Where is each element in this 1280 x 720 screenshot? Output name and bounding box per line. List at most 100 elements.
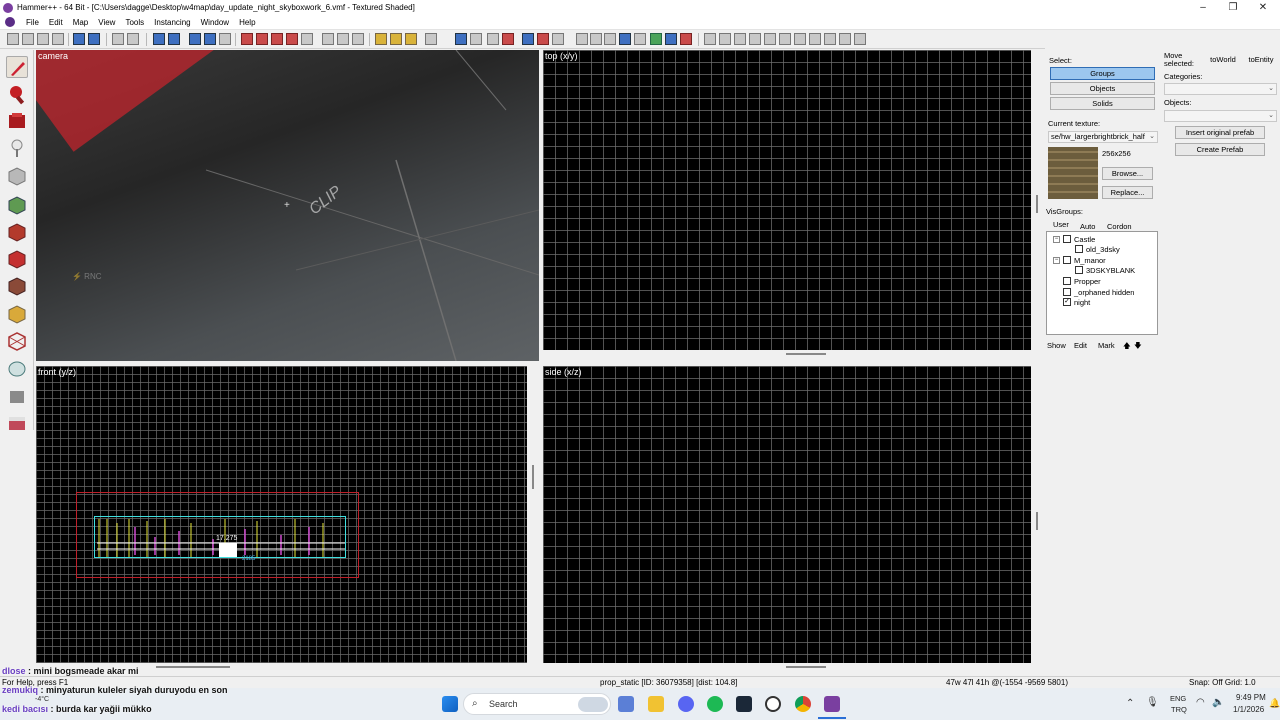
overlay-icon[interactable] <box>619 33 631 45</box>
overlay-tool-icon[interactable] <box>6 274 28 296</box>
flip-vertical-icon[interactable] <box>470 33 482 45</box>
cubemap-icon[interactable] <box>634 33 646 45</box>
grid-larger-icon[interactable] <box>37 33 49 45</box>
menu-instancing[interactable]: Instancing <box>149 18 195 27</box>
filter-icon[interactable] <box>552 33 564 45</box>
categories-select[interactable]: ⌄ <box>1164 83 1277 95</box>
move-to-world-icon[interactable] <box>204 33 216 45</box>
clipping-tool-icon[interactable] <box>6 302 28 324</box>
chrome-icon[interactable] <box>795 696 811 712</box>
grid-3d-icon[interactable] <box>52 33 64 45</box>
checkbox[interactable] <box>1063 288 1071 296</box>
hollow-icon[interactable] <box>88 33 100 45</box>
axis-icon[interactable] <box>839 33 851 45</box>
menu-file[interactable]: File <box>21 18 44 27</box>
insert-original-prefab-button[interactable]: Insert original prefab <box>1175 126 1265 139</box>
visgroup-item-night[interactable]: ✓ night <box>1063 297 1090 307</box>
menu-map[interactable]: Map <box>68 18 94 27</box>
menu-window[interactable]: Window <box>196 18 234 27</box>
settings-icon[interactable] <box>854 33 866 45</box>
visgroup-tab-auto[interactable]: Auto <box>1080 222 1095 231</box>
menu-edit[interactable]: Edit <box>44 18 68 27</box>
file-explorer-icon[interactable] <box>648 696 664 712</box>
bug-icon[interactable] <box>680 33 692 45</box>
objects-select[interactable]: ⌄ <box>1164 110 1277 122</box>
grid-toggle-icon[interactable] <box>7 33 19 45</box>
move-down-icon[interactable]: 🡇 <box>1134 340 1142 353</box>
document-menu-icon[interactable] <box>5 17 15 27</box>
magnify-tool-icon[interactable] <box>6 83 28 105</box>
maximize-button[interactable]: ❐ <box>1218 0 1248 15</box>
to-world-button[interactable]: toWorld <box>1207 54 1239 67</box>
vertical-splitter-handle[interactable] <box>532 465 534 489</box>
cordon-tool-icon[interactable] <box>6 411 28 433</box>
hide-unselected-icon[interactable] <box>256 33 268 45</box>
menu-tools[interactable]: Tools <box>120 18 149 27</box>
ungroup-icon[interactable] <box>168 33 180 45</box>
tie-to-entity-icon[interactable] <box>189 33 201 45</box>
collapse-icon[interactable]: − <box>1053 256 1060 264</box>
cordon-icon[interactable] <box>522 33 534 45</box>
chevron-up-icon[interactable]: ⌃ <box>1126 698 1134 709</box>
entity-tool-icon[interactable] <box>6 137 28 159</box>
replace-button[interactable]: Replace... <box>1102 186 1153 199</box>
flip-horizontal-icon[interactable] <box>455 33 467 45</box>
checkbox[interactable] <box>1075 266 1083 274</box>
undo-icon[interactable] <box>112 33 124 45</box>
checkbox-checked-icon[interactable]: ✓ <box>1063 298 1071 306</box>
vertex-tool-icon[interactable] <box>6 329 28 351</box>
browse-button[interactable]: Browse... <box>1102 167 1153 180</box>
view-3d-icon[interactable] <box>719 33 731 45</box>
hide-selection-icon[interactable] <box>241 33 253 45</box>
entity-report-icon[interactable] <box>537 33 549 45</box>
decal-icon[interactable] <box>604 33 616 45</box>
camera-viewport[interactable]: CLIP ⚡ RNC + camera <box>36 50 539 361</box>
visgroup-icon[interactable] <box>286 33 298 45</box>
visgroup-item-3dskyblank[interactable]: 3DSKYBLANK <box>1075 265 1135 275</box>
texture-app-icon[interactable] <box>375 33 387 45</box>
checkbox[interactable] <box>1063 235 1071 243</box>
panel-splitter-handle-lower[interactable] <box>1036 512 1038 530</box>
texture-application-icon[interactable] <box>6 193 28 215</box>
model-icon[interactable] <box>590 33 602 45</box>
menu-view[interactable]: View <box>93 18 120 27</box>
texture-lock-scale-icon[interactable] <box>390 33 402 45</box>
paste-special-icon[interactable] <box>352 33 364 45</box>
align-icon[interactable] <box>487 33 499 45</box>
notification-icon[interactable]: 🔔 <box>1269 698 1280 709</box>
clip-icon[interactable] <box>576 33 588 45</box>
lightmap-icon[interactable] <box>779 33 791 45</box>
top-viewport[interactable]: top (x/y) <box>543 50 1031 350</box>
check-map-icon[interactable] <box>502 33 514 45</box>
carve-icon[interactable] <box>73 33 85 45</box>
checkbox[interactable] <box>1063 277 1071 285</box>
sprinkle-tool-icon[interactable] <box>6 385 28 407</box>
current-texture-select[interactable]: se/hw_largerbrightbrick_half ⌄ <box>1048 131 1158 143</box>
visgroup-item-m-manor[interactable]: − M_manor <box>1053 255 1106 265</box>
visgroup-edit-button[interactable]: Edit <box>1074 341 1087 350</box>
visgroup-tab-user[interactable]: User <box>1053 220 1069 229</box>
select-box-icon[interactable] <box>425 33 437 45</box>
load-pointfile-icon[interactable] <box>665 33 677 45</box>
flat-shaded-icon[interactable] <box>749 33 761 45</box>
visgroup-item-old-3dsky[interactable]: old_3dsky <box>1075 244 1120 254</box>
lighting-preview-icon[interactable] <box>794 33 806 45</box>
visgroup-item-orphaned-hidden[interactable]: _orphaned hidden <box>1063 287 1134 297</box>
textured-icon[interactable] <box>764 33 776 45</box>
selection-tool-icon[interactable] <box>6 56 28 78</box>
wifi-icon[interactable]: ◠ <box>1196 697 1205 708</box>
camera-icon[interactable] <box>824 33 836 45</box>
show-all-icon[interactable] <box>271 33 283 45</box>
group-icon[interactable] <box>153 33 165 45</box>
skybox-icon[interactable] <box>809 33 821 45</box>
collapse-icon[interactable]: − <box>1053 235 1060 243</box>
select-groups-button[interactable]: Groups <box>1050 67 1155 80</box>
checkbox[interactable] <box>1075 245 1083 253</box>
apply-current-texture-icon[interactable] <box>6 220 28 242</box>
copy-icon[interactable] <box>322 33 334 45</box>
visgroup-mark-button[interactable]: Mark <box>1098 341 1115 350</box>
visgroup-item-propper[interactable]: Propper <box>1063 276 1101 286</box>
paste-icon[interactable] <box>337 33 349 45</box>
clock-time[interactable]: 9:49 PM <box>1236 693 1266 702</box>
texture-replace-icon[interactable] <box>405 33 417 45</box>
